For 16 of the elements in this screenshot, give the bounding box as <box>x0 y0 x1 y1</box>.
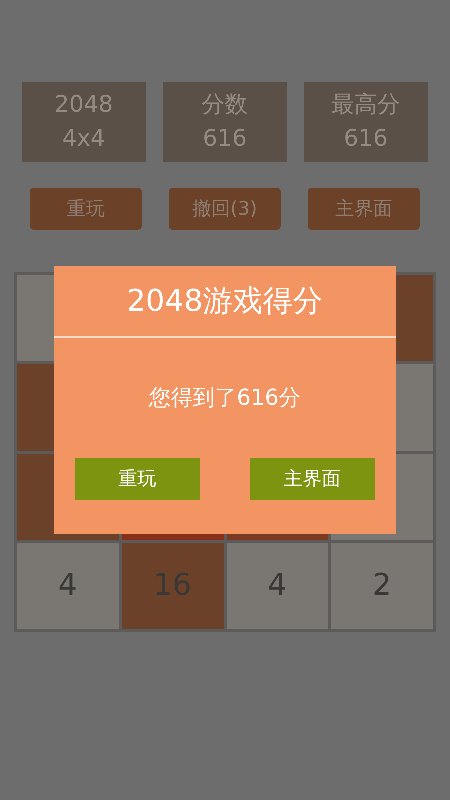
dialog-button[interactable]: 主界面 <box>250 458 375 500</box>
stat-label: 分数 <box>202 91 248 120</box>
stat-value: 616 <box>344 125 388 154</box>
dialog-message: 您得到了616分 <box>148 384 302 412</box>
stat-label: 最高分 <box>332 91 400 120</box>
dialog-button[interactable]: 重玩 <box>75 458 200 500</box>
tile: 4 <box>17 542 119 629</box>
stat-label: 2048 <box>54 91 114 120</box>
action-button[interactable]: 撤回(3) <box>169 188 281 230</box>
action-button[interactable]: 重玩 <box>30 188 142 230</box>
dialog-title: 2048游戏得分 <box>54 266 396 338</box>
stat-value: 616 <box>203 125 247 154</box>
stat-value: 4x4 <box>62 125 106 154</box>
action-button[interactable]: 主界面 <box>308 188 420 230</box>
tile: 4 <box>226 542 328 629</box>
tile: 2 <box>331 542 433 629</box>
